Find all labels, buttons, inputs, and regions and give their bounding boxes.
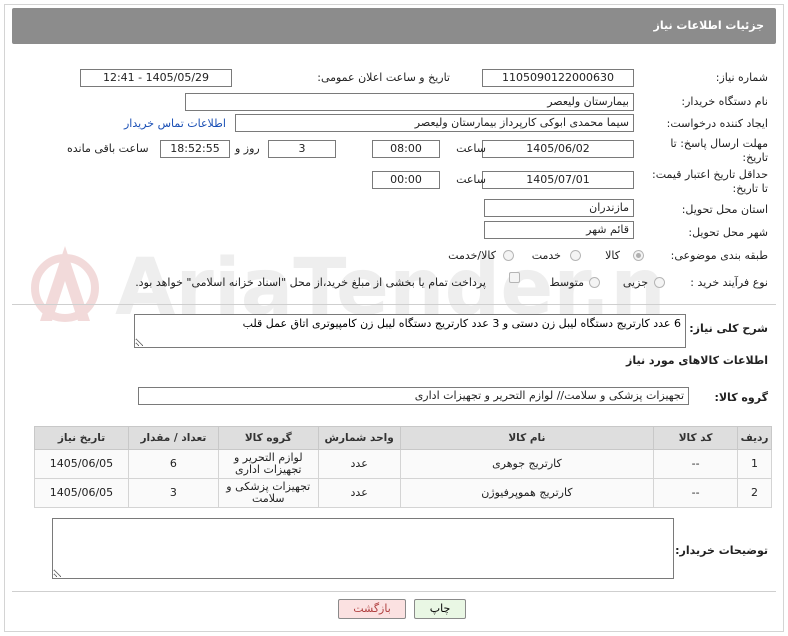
remaining-time-label: ساعت باقی مانده — [67, 142, 149, 155]
buyer-notes-textarea[interactable] — [52, 518, 674, 579]
send-time-field: 08:00 — [372, 140, 440, 158]
cell-unit: عدد — [317, 478, 401, 508]
process-radio-medium[interactable] — [589, 277, 600, 288]
days-label: روز و — [235, 142, 260, 155]
remaining-time-field: 18:52:55 — [160, 140, 230, 158]
cell-quantity: 6 — [127, 449, 219, 479]
process-option-medium: متوسط — [549, 276, 584, 289]
goods-group-field: تجهیزات پزشکی و سلامت// لوازم التحریر و … — [138, 387, 689, 405]
table-header-row: ردیف کد کالا نام کالا واحد شمارش گروه کا… — [34, 426, 772, 450]
print-button[interactable]: چاپ — [414, 599, 466, 619]
payment-note: پرداخت تمام یا بخشی از مبلغ خرید،از محل … — [135, 276, 486, 289]
need-number-field: 1105090122000630 — [482, 69, 634, 87]
cell-quantity: 3 — [127, 478, 219, 508]
divider — [12, 304, 776, 305]
category-option-service: خدمت — [531, 249, 561, 262]
description-textarea[interactable] — [134, 314, 686, 348]
buyer-org-field: بیمارستان ولیعصر — [185, 93, 634, 111]
page-header: جزئیات اطلاعات نیاز — [12, 8, 776, 44]
category-radio-goods[interactable] — [633, 250, 644, 261]
days-field: 3 — [268, 140, 336, 158]
divider — [12, 591, 776, 592]
category-radio-service[interactable] — [570, 250, 581, 261]
province-field: مازندران — [484, 199, 634, 217]
send-deadline-label-date: تاریخ: — [742, 151, 768, 164]
send-time-label: ساعت — [456, 142, 486, 155]
page-title: جزئیات اطلاعات نیاز — [653, 19, 765, 32]
process-option-minor: جزیی — [622, 276, 648, 289]
col-header-name: نام کالا — [399, 426, 655, 450]
buyer-notes-label: توضیحات خریدار: — [675, 544, 768, 557]
send-deadline-label: مهلت ارسال پاسخ: تا — [670, 137, 768, 150]
goods-group-label: گروه کالا: — [714, 391, 768, 404]
category-option-goods-service: کالا/خدمت — [448, 249, 496, 262]
description-label: شرح کلی نیاز: — [689, 322, 768, 335]
table-row: 2 -- کارتریج هموپرفیوژن عدد تجهیزات پزشک… — [34, 478, 772, 508]
announce-field: 1405/05/29 - 12:41 — [80, 69, 232, 87]
items-table: ردیف کد کالا نام کالا واحد شمارش گروه کا… — [34, 426, 772, 508]
cell-date: 1405/06/05 — [34, 449, 129, 479]
cell-name: کارتریج هموپرفیوژن — [399, 478, 655, 508]
cell-row-number: 1 — [737, 449, 772, 479]
validity-date-field: 1405/07/01 — [482, 171, 634, 189]
col-header-row-number: ردیف — [737, 426, 772, 450]
city-label: شهر محل تحویل: — [688, 226, 768, 239]
items-section-title: اطلاعات کالاهای مورد نیاز — [626, 354, 768, 367]
category-label: طبقه بندی موضوعی: — [670, 249, 768, 262]
buyer-org-label: نام دستگاه خریدار: — [681, 95, 768, 108]
col-header-group: گروه کالا — [217, 426, 319, 450]
payment-treasury-checkbox[interactable] — [509, 272, 520, 283]
city-field: قائم شهر — [484, 221, 634, 239]
cell-row-number: 2 — [737, 478, 772, 508]
back-button[interactable]: بازگشت — [338, 599, 406, 619]
cell-unit: عدد — [317, 449, 401, 479]
validity-label-date: تا تاریخ: — [732, 182, 768, 195]
cell-group: تجهیزات پزشکی و سلامت — [217, 478, 319, 508]
validity-time-label: ساعت — [456, 173, 486, 186]
cell-date: 1405/06/05 — [34, 478, 129, 508]
process-label: نوع فرآیند خرید : — [690, 276, 768, 289]
need-number-label: شماره نیاز: — [715, 71, 768, 84]
category-radio-goods-service[interactable] — [503, 250, 514, 261]
announce-label: تاریخ و ساعت اعلان عمومی: — [317, 71, 450, 84]
col-header-date: تاریخ نیاز — [34, 426, 129, 450]
cell-code: -- — [653, 449, 739, 479]
validity-label: حداقل تاریخ اعتبار قیمت: — [652, 168, 768, 181]
validity-time-field: 00:00 — [372, 171, 440, 189]
cell-name: کارتریج جوهری — [399, 449, 655, 479]
table-row: 1 -- کارتریج جوهری عدد لوازم التحریر و ت… — [34, 449, 772, 479]
creator-field: سیما محمدی ابوکی کارپرداز بیمارستان ولیع… — [235, 114, 634, 132]
cell-code: -- — [653, 478, 739, 508]
send-date-field: 1405/06/02 — [482, 140, 634, 158]
creator-label: ایجاد کننده درخواست: — [666, 117, 768, 130]
contact-buyer-link[interactable]: اطلاعات تماس خریدار — [124, 117, 226, 130]
province-label: استان محل تحویل: — [681, 203, 768, 216]
category-option-goods: کالا — [605, 249, 620, 262]
col-header-code: کد کالا — [653, 426, 739, 450]
col-header-unit: واحد شمارش — [317, 426, 401, 450]
process-radio-minor[interactable] — [654, 277, 665, 288]
cell-group: لوازم التحریر و تجهیزات اداری — [217, 449, 319, 479]
col-header-quantity: تعداد / مقدار — [127, 426, 219, 450]
